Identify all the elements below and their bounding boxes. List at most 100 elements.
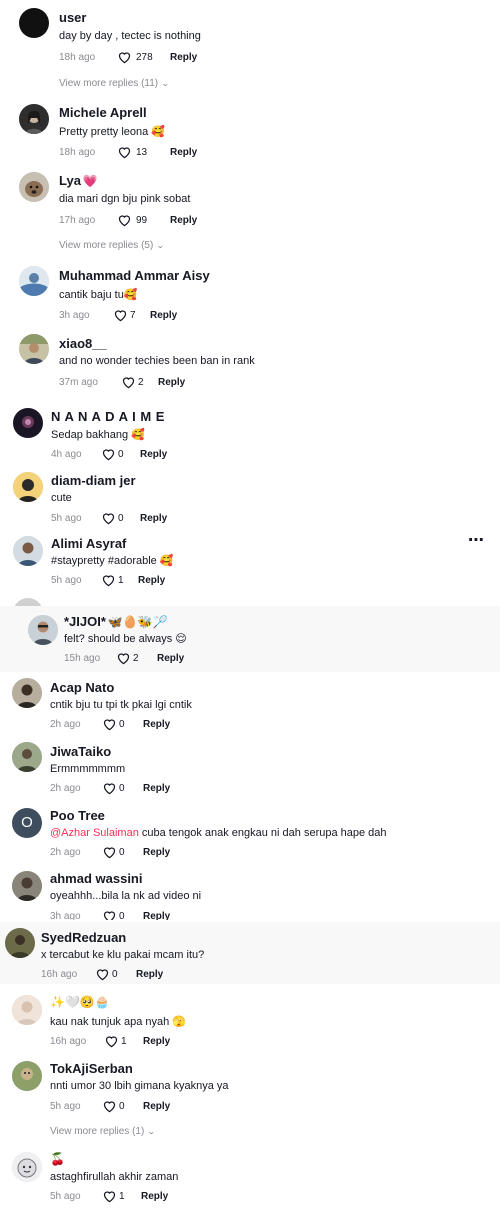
chevron-down-icon: ⌄ [147, 1127, 157, 1136]
comment-item: TokAjiSerban nnti umor 30 lbih gimana ky… [0, 1052, 500, 1144]
reply-button[interactable]: Reply [150, 310, 177, 321]
heart-icon[interactable] [102, 717, 117, 731]
comment-meta: 16h ago 1 Reply [50, 1034, 170, 1048]
name-emoji: 💗 [82, 174, 98, 188]
ellipsis-icon[interactable]: ⋯ [468, 530, 485, 550]
comment-item: N A N A D A I M E Sedap bakhang 🥰 4h ago… [0, 400, 500, 464]
avatar[interactable] [13, 536, 43, 566]
view-more-replies[interactable]: View more replies (1) ⌄ [50, 1126, 157, 1137]
comment-username[interactable]: TokAjiSerban [50, 1061, 133, 1076]
like-count: 13 [136, 146, 148, 158]
comment-text: Ermmmmmmm [50, 763, 126, 775]
like-count: 0 [118, 448, 124, 460]
comment-meta: 17h ago 99 Reply [59, 213, 197, 227]
comment-username[interactable]: JiwaTaiko [50, 744, 111, 759]
heart-icon[interactable] [95, 967, 110, 981]
avatar[interactable] [12, 678, 42, 708]
avatar[interactable] [28, 615, 58, 645]
like-count: 0 [119, 782, 125, 794]
heart-icon[interactable] [101, 447, 116, 461]
comment-text: oyeahhh...bila la nk ad video ni [50, 890, 202, 902]
reply-button[interactable]: Reply [143, 1036, 170, 1047]
reply-button[interactable]: Reply [157, 653, 184, 664]
heart-icon[interactable] [117, 145, 132, 159]
like-count: 99 [136, 214, 148, 226]
reply-button[interactable]: Reply [170, 147, 197, 158]
avatar[interactable]: O [12, 808, 42, 838]
heart-icon[interactable] [113, 308, 128, 322]
view-more-label: View more replies (1) [50, 1126, 145, 1137]
avatar[interactable] [19, 172, 49, 202]
avatar[interactable] [13, 408, 43, 438]
mention-link[interactable]: @Azhar Sulaiman [50, 827, 139, 839]
reply-button[interactable]: Reply [170, 52, 197, 63]
reply-button[interactable]: Reply [141, 1191, 168, 1202]
view-more-label: View more replies (11) [59, 78, 159, 89]
comment-username[interactable]: Muhammad Ammar Aisy [59, 268, 210, 283]
heart-icon[interactable] [117, 213, 132, 227]
comment-username[interactable]: ✨🤍🥺🧁 [50, 994, 110, 1009]
avatar[interactable] [19, 266, 49, 296]
avatar[interactable] [19, 334, 49, 364]
heart-icon[interactable] [104, 1034, 119, 1048]
comment-text: #staypretty #adorable 🥰 [51, 555, 174, 567]
avatar[interactable] [5, 928, 35, 958]
comment-username-text: *JIJOI* [64, 614, 106, 629]
avatar[interactable] [12, 742, 42, 772]
comment-time: 16h ago [41, 968, 78, 980]
comment-text-body: cuba tengok anak engkau ni dah serupa ha… [138, 827, 387, 839]
reply-button[interactable]: Reply [170, 215, 197, 226]
heart-icon[interactable] [102, 1099, 117, 1113]
reply-button[interactable]: Reply [136, 969, 163, 980]
view-more-replies[interactable]: View more replies (5) ⌄ [59, 240, 165, 251]
comment-text: felt? should be always 😌 [64, 633, 187, 645]
comment-username[interactable]: Acap Nato [50, 680, 114, 695]
avatar[interactable] [12, 995, 42, 1025]
comment-username[interactable]: SyedRedzuan [41, 930, 126, 945]
avatar[interactable] [19, 8, 49, 38]
like-count: 0 [119, 1100, 125, 1112]
view-more-replies[interactable]: View more replies (11) ⌄ [59, 78, 170, 89]
comment-meta: 3h ago 0 Reply [50, 909, 170, 920]
reply-button[interactable]: Reply [158, 377, 185, 388]
heart-icon[interactable] [101, 511, 116, 525]
comment-item: ahmad wassini oyeahhh...bila la nk ad vi… [0, 864, 500, 920]
comment-username[interactable]: Michele Aprell [59, 105, 147, 120]
avatar[interactable] [13, 472, 43, 502]
heart-icon[interactable] [116, 651, 131, 665]
avatar [13, 598, 43, 606]
reply-button[interactable]: Reply [138, 575, 165, 586]
heart-icon[interactable] [101, 573, 116, 587]
heart-icon[interactable] [102, 909, 117, 920]
comment-username[interactable]: 🍒 [50, 1151, 65, 1166]
comment-username[interactable]: Lya 💗 [59, 173, 98, 188]
reply-button[interactable]: Reply [140, 513, 167, 524]
avatar[interactable] [12, 1061, 42, 1091]
reply-button[interactable]: Reply [143, 847, 170, 858]
heart-icon[interactable] [102, 845, 117, 859]
comment-username[interactable]: diam-diam jer [51, 473, 136, 488]
comment-text: nnti umor 30 lbih gimana kyaknya ya [50, 1080, 229, 1092]
comment-username[interactable]: Poo Tree [50, 808, 105, 823]
comment-username[interactable]: xiao8__ [59, 336, 107, 351]
comment-username[interactable]: ahmad wassini [50, 871, 142, 886]
comment-username[interactable]: Alimi Asyraf [51, 536, 126, 551]
comment-username[interactable]: *JIJOI* 🦋🥚🐝🏸 [64, 614, 168, 629]
reply-button[interactable]: Reply [143, 719, 170, 730]
avatar[interactable] [12, 871, 42, 901]
reply-button[interactable]: Reply [140, 449, 167, 460]
heart-icon[interactable] [121, 375, 136, 389]
comment-item: xiao8__ and no wonder techies been ban i… [0, 330, 500, 394]
reply-button[interactable]: Reply [143, 1101, 170, 1112]
like-count: 1 [118, 574, 124, 586]
comment-username[interactable]: N A N A D A I M E [51, 409, 165, 424]
avatar[interactable] [12, 1152, 42, 1182]
avatar[interactable] [19, 104, 49, 134]
comment-username[interactable]: user [59, 10, 86, 25]
heart-icon[interactable] [102, 1189, 117, 1203]
comment-time: 5h ago [51, 512, 82, 524]
heart-icon[interactable] [102, 781, 117, 795]
heart-icon[interactable] [117, 50, 132, 64]
reply-button[interactable]: Reply [143, 783, 170, 794]
reply-button[interactable]: Reply [143, 911, 170, 921]
